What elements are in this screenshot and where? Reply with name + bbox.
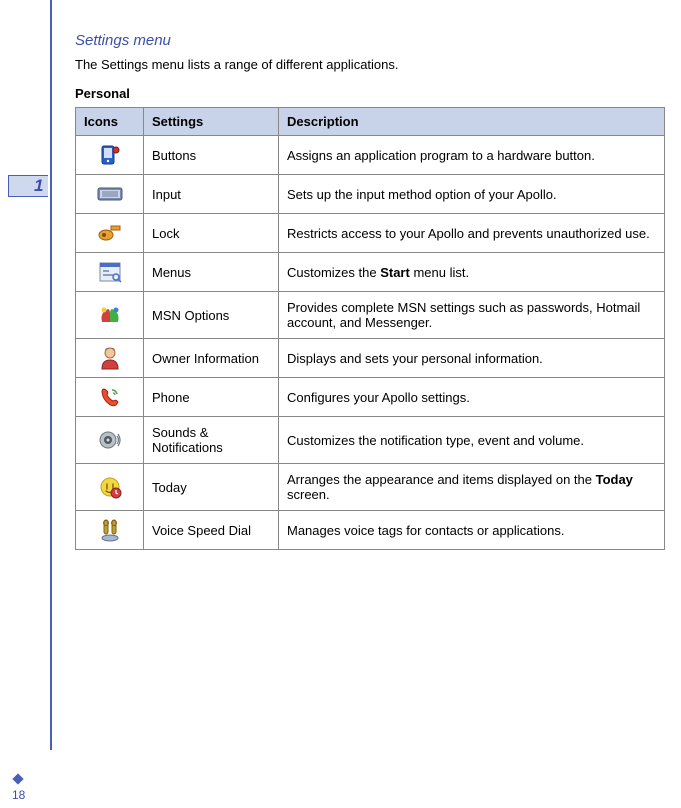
icon-cell bbox=[76, 464, 144, 511]
setting-cell: Menus bbox=[144, 253, 279, 292]
table-row: Owner InformationDisplays and sets your … bbox=[76, 339, 665, 378]
table-row: Sounds & NotificationsCustomizes the not… bbox=[76, 417, 665, 464]
setting-cell: Sounds & Notifications bbox=[144, 417, 279, 464]
lock-icon bbox=[97, 222, 123, 244]
table-row: Voice Speed DialManages voice tags for c… bbox=[76, 511, 665, 550]
icon-cell bbox=[76, 339, 144, 378]
icon-cell bbox=[76, 292, 144, 339]
today-icon bbox=[97, 476, 123, 498]
table-row: ButtonsAssigns an application program to… bbox=[76, 136, 665, 175]
setting-cell: MSN Options bbox=[144, 292, 279, 339]
description-cell: Arranges the appearance and items displa… bbox=[279, 464, 665, 511]
setting-cell: Owner Information bbox=[144, 339, 279, 378]
setting-cell: Buttons bbox=[144, 136, 279, 175]
icon-cell bbox=[76, 253, 144, 292]
header-description: Description bbox=[279, 108, 665, 136]
description-cell: Assigns an application program to a hard… bbox=[279, 136, 665, 175]
header-icons: Icons bbox=[76, 108, 144, 136]
icon-cell bbox=[76, 417, 144, 464]
table-row: LockRestricts access to your Apollo and … bbox=[76, 214, 665, 253]
settings-table: Icons Settings Description ButtonsAssign… bbox=[75, 107, 665, 550]
icon-cell bbox=[76, 511, 144, 550]
sounds-icon bbox=[97, 429, 123, 451]
section-label: Personal bbox=[75, 86, 665, 101]
table-row: TodayArranges the appearance and items d… bbox=[76, 464, 665, 511]
description-cell: Customizes the notification type, event … bbox=[279, 417, 665, 464]
description-cell: Customizes the Start menu list. bbox=[279, 253, 665, 292]
description-cell: Configures your Apollo settings. bbox=[279, 378, 665, 417]
menus-icon bbox=[97, 261, 123, 283]
voice-icon bbox=[97, 519, 123, 541]
description-cell: Restricts access to your Apollo and prev… bbox=[279, 214, 665, 253]
vertical-rule bbox=[50, 0, 52, 750]
table-row: InputSets up the input method option of … bbox=[76, 175, 665, 214]
setting-cell: Lock bbox=[144, 214, 279, 253]
setting-cell: Voice Speed Dial bbox=[144, 511, 279, 550]
phone-icon bbox=[97, 386, 123, 408]
icon-cell bbox=[76, 378, 144, 417]
header-settings: Settings bbox=[144, 108, 279, 136]
page-content: Settings menu The Settings menu lists a … bbox=[75, 32, 665, 550]
owner-icon bbox=[97, 347, 123, 369]
setting-cell: Phone bbox=[144, 378, 279, 417]
intro-text: The Settings menu lists a range of diffe… bbox=[75, 57, 665, 72]
page-heading: Settings menu bbox=[75, 32, 665, 49]
description-cell: Sets up the input method option of your … bbox=[279, 175, 665, 214]
icon-cell bbox=[76, 136, 144, 175]
description-cell: Displays and sets your personal informat… bbox=[279, 339, 665, 378]
table-header-row: Icons Settings Description bbox=[76, 108, 665, 136]
table-row: MSN OptionsProvides complete MSN setting… bbox=[76, 292, 665, 339]
description-cell: Manages voice tags for contacts or appli… bbox=[279, 511, 665, 550]
page-number: 18 bbox=[12, 788, 25, 802]
chapter-number: 1 bbox=[34, 176, 43, 196]
setting-cell: Today bbox=[144, 464, 279, 511]
setting-cell: Input bbox=[144, 175, 279, 214]
icon-cell bbox=[76, 175, 144, 214]
input-icon bbox=[97, 183, 123, 205]
table-row: MenusCustomizes the Start menu list. bbox=[76, 253, 665, 292]
description-cell: Provides complete MSN settings such as p… bbox=[279, 292, 665, 339]
icon-cell bbox=[76, 214, 144, 253]
footer-ornament-icon bbox=[12, 773, 23, 784]
msn-icon bbox=[97, 304, 123, 326]
buttons-icon bbox=[97, 144, 123, 166]
table-row: PhoneConfigures your Apollo settings. bbox=[76, 378, 665, 417]
